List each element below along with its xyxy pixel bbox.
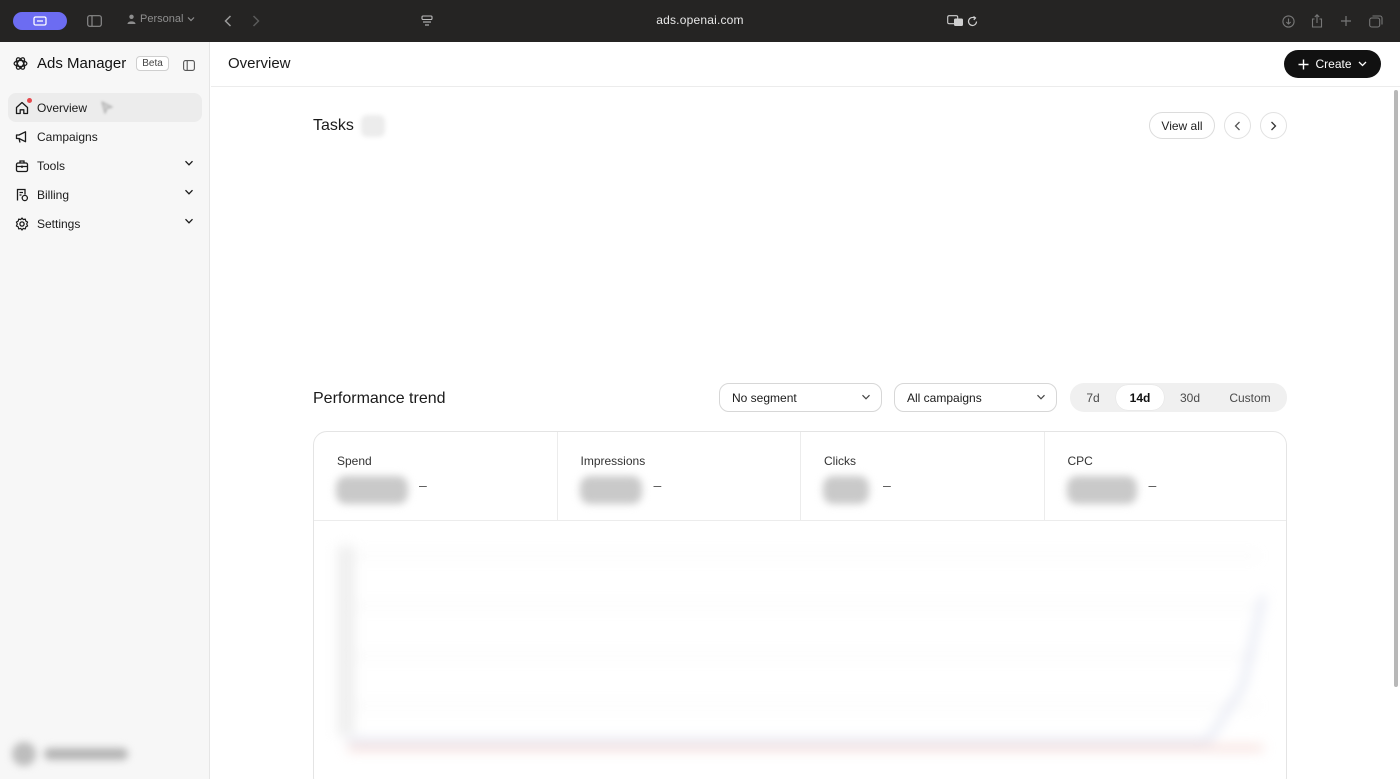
sidebar-item-tools[interactable]: Tools	[8, 151, 202, 180]
sidebar-item-label: Tools	[37, 158, 66, 173]
sidebar-item-label: Campaigns	[37, 129, 98, 144]
date-range-selector: 7d 14d 30d Custom	[1070, 383, 1287, 412]
campaign-select-value: All campaigns	[907, 390, 982, 405]
notification-dot	[27, 97, 32, 103]
sidebar-nav: Overview Campaigns Tools Billing Setting…	[8, 93, 202, 238]
chevron-down-icon[interactable]	[184, 187, 194, 197]
sidebar: Ads Manager Beta Overview Campaigns Tool…	[0, 42, 210, 779]
account-menu[interactable]	[12, 742, 128, 766]
tasks-prev-button[interactable]	[1224, 112, 1251, 139]
tasks-count-redacted	[361, 115, 385, 137]
metric-label: Spend	[337, 454, 372, 468]
range-30d[interactable]: 30d	[1168, 385, 1212, 410]
openai-logo-icon	[13, 57, 28, 70]
sidebar-item-campaigns[interactable]: Campaigns	[8, 122, 202, 151]
chevron-down-icon	[1037, 394, 1045, 400]
app-name: Ads Manager	[37, 55, 127, 72]
metric-label: Impressions	[580, 454, 646, 468]
scrollbar[interactable]	[1394, 90, 1398, 687]
receipt-icon	[14, 187, 30, 203]
tab-overview-icon[interactable]	[1368, 11, 1384, 31]
sidebar-item-overview[interactable]: Overview	[8, 93, 202, 122]
sidebar-item-label: Billing	[37, 187, 70, 202]
range-custom[interactable]: Custom	[1216, 385, 1284, 410]
chevron-down-icon[interactable]	[184, 216, 194, 226]
reload-icon[interactable]	[966, 11, 978, 31]
performance-heading: Performance trend	[313, 390, 446, 407]
chevron-down-icon	[1358, 61, 1366, 67]
sidebar-item-billing[interactable]: Billing	[8, 180, 202, 209]
metric-value-redacted	[1066, 476, 1137, 504]
toolbox-icon	[14, 158, 30, 174]
account-name-redacted	[44, 748, 128, 760]
metric-value-redacted	[336, 476, 408, 504]
create-label: Create	[1315, 57, 1352, 71]
home-icon	[14, 97, 32, 116]
address-bar[interactable]: ads.openai.com	[0, 13, 1400, 27]
segment-select-value: No segment	[732, 390, 797, 405]
collapse-sidebar-icon[interactable]	[183, 58, 195, 76]
metric-impressions[interactable]: Impressions –	[558, 432, 801, 521]
range-14d[interactable]: 14d	[1116, 385, 1164, 410]
avatar	[12, 742, 36, 766]
performance-card: Spend – Impressions – Clicks – CPC –	[313, 431, 1287, 779]
metric-spend[interactable]: Spend –	[314, 432, 558, 521]
brand[interactable]: Ads Manager Beta	[12, 55, 169, 72]
chevron-right-icon	[1271, 121, 1277, 130]
sidebar-item-label: Overview	[37, 100, 88, 115]
view-all-button[interactable]: View all	[1149, 112, 1215, 139]
metrics-row: Spend – Impressions – Clicks – CPC –	[314, 432, 1287, 521]
metric-value-redacted	[823, 476, 869, 504]
chevron-down-icon[interactable]	[184, 158, 194, 168]
campaign-select[interactable]: All campaigns	[894, 383, 1057, 412]
plus-icon	[1298, 59, 1309, 69]
metric-clicks[interactable]: Clicks –	[801, 432, 1045, 521]
range-7d[interactable]: 7d	[1074, 385, 1112, 410]
main-content: Overview Create Tasks View all Performan…	[211, 42, 1400, 779]
app-window: Ads Manager Beta Overview Campaigns Tool…	[0, 42, 1400, 779]
segment-select[interactable]: No segment	[719, 383, 882, 412]
megaphone-icon	[14, 129, 30, 145]
page-title: Overview	[228, 55, 291, 72]
metric-change: –	[883, 477, 891, 493]
metric-value-redacted	[579, 476, 642, 504]
cursor-icon	[101, 101, 114, 115]
share-icon[interactable]	[1310, 11, 1324, 31]
browser-toolbar: Personal ads.openai.com	[0, 0, 1400, 42]
gear-icon	[14, 216, 30, 232]
metric-change: –	[419, 477, 427, 493]
top-bar: Overview Create	[211, 42, 1400, 87]
metric-change: –	[1148, 477, 1157, 493]
chevron-left-icon	[1234, 121, 1240, 130]
chevron-down-icon	[862, 394, 870, 400]
metric-cpc[interactable]: CPC –	[1045, 432, 1287, 521]
tasks-heading: Tasks	[313, 117, 354, 134]
beta-badge: Beta	[136, 56, 169, 71]
metric-change: –	[653, 477, 662, 493]
new-tab-icon[interactable]	[1339, 11, 1353, 31]
sidebar-item-label: Settings	[37, 216, 81, 231]
metric-label: CPC	[1067, 454, 1093, 468]
downloads-icon[interactable]	[1281, 11, 1296, 31]
create-button[interactable]: Create	[1284, 50, 1381, 78]
sidebar-item-settings[interactable]: Settings	[8, 209, 202, 238]
tasks-next-button[interactable]	[1260, 112, 1287, 139]
trend-chart-redacted	[338, 546, 1265, 750]
translate-icon[interactable]	[946, 11, 964, 31]
metric-label: Clicks	[824, 454, 856, 468]
